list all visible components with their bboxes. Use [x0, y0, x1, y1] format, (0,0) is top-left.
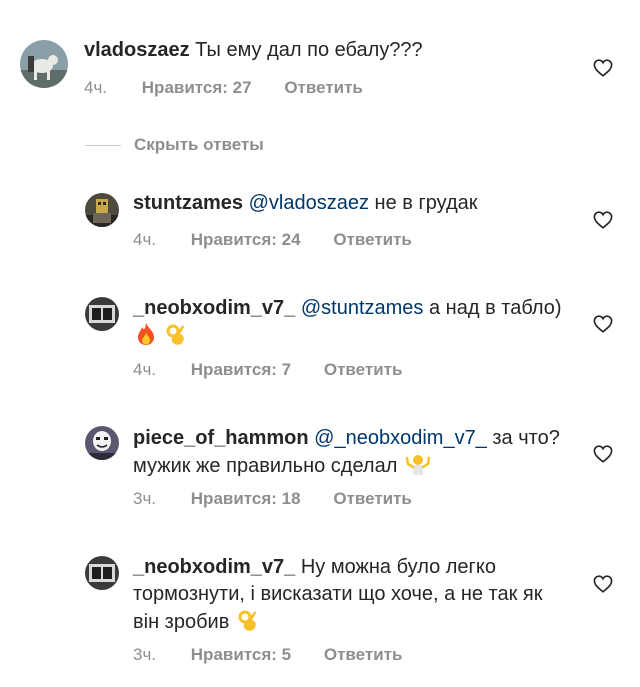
comment-body: piece_of_hammon @_neobxodim_v7_ за что? … — [133, 425, 573, 480]
comment-mention[interactable]: @vladoszaez — [249, 192, 369, 214]
reply-button[interactable]: Ответить — [324, 645, 403, 665]
heart-outline-icon[interactable] — [593, 59, 613, 77]
reply-button[interactable]: Ответить — [324, 360, 403, 380]
avatar[interactable] — [85, 193, 119, 227]
comment-likes[interactable]: Нравится: 7 — [191, 360, 291, 380]
fire-emoji-icon — [138, 323, 154, 345]
heart-outline-icon[interactable] — [593, 575, 613, 593]
comment-meta: 4ч. Нравится: 7 Ответить — [133, 360, 402, 380]
hide-replies-label[interactable]: Скрыть ответы — [134, 135, 264, 155]
comment-username[interactable]: _neobxodim_v7_ — [133, 556, 295, 578]
avatar[interactable] — [85, 426, 119, 460]
comment-mention[interactable]: @_neobxodim_v7_ — [314, 427, 487, 449]
comment-username[interactable]: stuntzames — [133, 192, 243, 214]
ok-hand-emoji-icon — [166, 324, 184, 345]
comment-body: _neobxodim_v7_ @stuntzames а над в табло… — [133, 295, 573, 350]
comment-time[interactable]: 4ч. — [133, 230, 156, 250]
avatar[interactable] — [85, 297, 119, 331]
heart-outline-icon[interactable] — [593, 211, 613, 229]
reply-button[interactable]: Ответить — [284, 78, 363, 98]
comment-meta: 3ч. Нравится: 5 Ответить — [133, 645, 402, 665]
comment-body: vladoszaez Ты ему дал по ебалу??? — [84, 37, 574, 64]
heart-outline-icon[interactable] — [593, 445, 613, 463]
comment-likes[interactable]: Нравится: 24 — [191, 230, 301, 250]
ok-hand-emoji-icon — [238, 610, 257, 631]
comment-text: Ты ему дал по ебалу??? — [195, 39, 423, 61]
comment-text: не в грудак — [374, 192, 478, 214]
hide-replies-line — [85, 144, 121, 146]
comment-username[interactable]: vladoszaez — [84, 39, 190, 61]
comment-time[interactable]: 4ч. — [133, 360, 156, 380]
comment-time[interactable]: 4ч. — [84, 78, 107, 98]
comment-likes[interactable]: Нравится: 27 — [142, 78, 252, 98]
avatar[interactable] — [85, 556, 119, 590]
comment-meta: 4ч. Нравится: 27 Ответить — [84, 78, 363, 98]
comment-text: а над в табло) — [429, 297, 562, 319]
comment-body: stuntzames @vladoszaez не в грудак — [133, 190, 573, 217]
heart-outline-icon[interactable] — [593, 315, 613, 333]
comment-likes[interactable]: Нравится: 5 — [191, 645, 291, 665]
comment-mention[interactable]: @stuntzames — [301, 297, 424, 319]
comment-meta: 4ч. Нравится: 24 Ответить — [133, 230, 412, 250]
comment-likes[interactable]: Нравится: 18 — [191, 489, 301, 509]
shrug-emoji-icon — [405, 455, 431, 475]
comment-username[interactable]: _neobxodim_v7_ — [133, 297, 295, 319]
comment-username[interactable]: piece_of_hammon — [133, 427, 309, 449]
comment-meta: 3ч. Нравится: 18 Ответить — [133, 489, 412, 509]
reply-button[interactable]: Ответить — [333, 230, 412, 250]
comment-time[interactable]: 3ч. — [133, 645, 156, 665]
reply-button[interactable]: Ответить — [333, 489, 412, 509]
comment-time[interactable]: 3ч. — [133, 489, 156, 509]
avatar[interactable] — [20, 40, 68, 88]
hide-replies-button[interactable]: Скрыть ответы — [85, 132, 264, 158]
comment-body: _neobxodim_v7_ Ну можна було легко тормо… — [133, 554, 573, 636]
